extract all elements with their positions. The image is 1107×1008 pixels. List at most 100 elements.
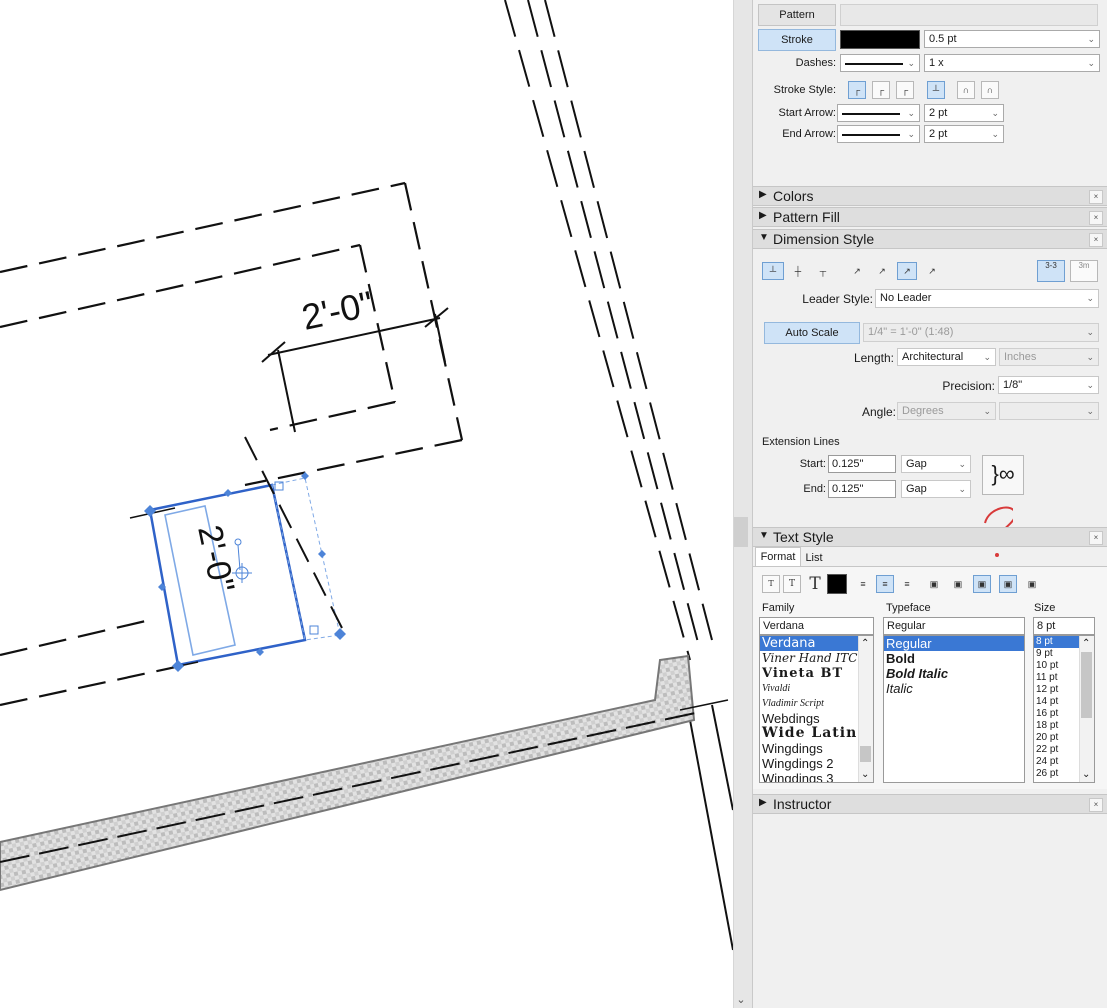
scrollbar-thumb[interactable] xyxy=(1081,652,1092,718)
length-unit-select[interactable]: Inches ⌄ xyxy=(999,348,1099,366)
list-item[interactable]: Bold xyxy=(884,651,1024,666)
list-item[interactable]: Wingdings xyxy=(760,741,873,756)
tab-list[interactable]: List xyxy=(799,549,829,566)
align-right-icon[interactable]: ≡ xyxy=(898,575,916,593)
align-left-icon[interactable]: ≡ xyxy=(854,575,872,593)
list-item[interactable]: Viner Hand ITC xyxy=(760,651,873,666)
dim-orient-1-icon[interactable]: ↗ xyxy=(847,262,867,280)
scale-select[interactable]: 1/4" = 1'-0" (1:48) ⌄ xyxy=(863,323,1099,342)
dim-text-above-icon[interactable]: ┬ xyxy=(812,262,834,280)
end-arrow-size-select[interactable]: 2 pt ⌄ xyxy=(924,125,1004,143)
cap-butt-icon[interactable]: ┌ xyxy=(848,81,866,99)
list-item[interactable]: Wide Latin xyxy=(760,726,873,741)
valign-top-icon[interactable]: ▣ xyxy=(925,575,943,593)
cap-square-icon[interactable]: ┌ xyxy=(896,81,914,99)
valign-extra-icon[interactable]: ▣ xyxy=(1023,575,1041,593)
section-colors[interactable]: ▶ Colors × xyxy=(753,186,1107,206)
angle-select[interactable]: Degrees ⌄ xyxy=(897,402,996,420)
section-dimension-style[interactable]: ▼ Dimension Style × xyxy=(753,229,1107,249)
ext-start-mode-select[interactable]: Gap ⌄ xyxy=(901,455,971,473)
text-large-icon[interactable]: T xyxy=(804,573,826,595)
list-item[interactable]: Wingdings 3 xyxy=(760,771,873,782)
chevron-down-icon: ⌄ xyxy=(907,58,915,68)
link-chain-icon[interactable]: }∞ xyxy=(982,455,1024,495)
join-miter-icon[interactable]: ┴ xyxy=(927,81,945,99)
family-list[interactable]: Verdana Viner Hand ITC Vineta BT Vivaldi… xyxy=(759,635,874,783)
end-arrow-select[interactable]: ⌄ xyxy=(837,125,920,143)
list-item[interactable]: Vivaldi xyxy=(760,681,873,696)
chevron-up-icon[interactable]: ⌃ xyxy=(1082,638,1090,649)
ext-start-input[interactable]: 0.125" xyxy=(828,455,896,473)
scrollbar-thumb[interactable] xyxy=(734,517,748,547)
length-select[interactable]: Architectural ⌄ xyxy=(897,348,996,366)
list-item[interactable]: Vladimir Script xyxy=(760,696,873,711)
cap-round-icon[interactable]: ┌ xyxy=(872,81,890,99)
pattern-swatch[interactable] xyxy=(840,4,1098,26)
close-icon[interactable]: × xyxy=(1089,211,1103,225)
dim-text-inside-icon[interactable]: ┼ xyxy=(787,262,809,280)
typeface-input[interactable]: Regular xyxy=(883,617,1025,635)
family-label: Family xyxy=(762,602,795,614)
precision-select[interactable]: 1/8" ⌄ xyxy=(998,376,1099,394)
text-color-swatch[interactable] xyxy=(827,574,847,594)
dual-units-off-icon[interactable]: 3-3 xyxy=(1037,260,1065,282)
align-center-icon[interactable]: ≡ xyxy=(876,575,894,593)
list-item[interactable]: Verdana xyxy=(760,636,873,651)
pattern-button[interactable]: Pattern xyxy=(758,4,836,26)
tab-format[interactable]: Format xyxy=(755,547,801,567)
chevron-down-icon: ⌄ xyxy=(983,352,991,362)
join-bevel-icon[interactable]: ∩ xyxy=(981,81,999,99)
stroke-weight-select[interactable]: 0.5 pt ⌄ xyxy=(924,30,1100,48)
family-list-scrollbar[interactable]: ⌃ ⌄ xyxy=(858,636,873,782)
text-medium-icon[interactable]: T xyxy=(783,575,801,593)
close-icon[interactable]: × xyxy=(1089,190,1103,204)
stroke-button[interactable]: Stroke xyxy=(758,29,836,51)
dim-orient-2-icon[interactable]: ↗ xyxy=(872,262,892,280)
section-pattern-fill[interactable]: ▶ Pattern Fill × xyxy=(753,207,1107,227)
angle-unit-select[interactable]: ⌄ xyxy=(999,402,1099,420)
list-item[interactable]: Vineta BT xyxy=(760,666,873,681)
list-item[interactable]: Italic xyxy=(884,681,1024,696)
list-item[interactable]: Wingdings 2 xyxy=(760,756,873,771)
family-input[interactable]: Verdana xyxy=(759,617,874,635)
dim-text-inline-icon[interactable]: ┴ xyxy=(762,262,784,280)
wall-lines-right xyxy=(504,0,733,951)
size-input[interactable]: 8 pt xyxy=(1033,617,1095,635)
valign-bottom-icon[interactable]: ▣ xyxy=(973,575,991,593)
dual-units-on-icon[interactable]: 3m xyxy=(1070,260,1098,282)
list-item[interactable]: Regular xyxy=(884,636,1024,651)
chevron-up-icon[interactable]: ⌃ xyxy=(861,638,869,649)
size-list-scrollbar[interactable]: ⌃ ⌄ xyxy=(1079,636,1094,782)
ext-end-input[interactable]: 0.125" xyxy=(828,480,896,498)
section-instructor[interactable]: ▶ Instructor × xyxy=(753,794,1107,814)
typeface-list[interactable]: Regular Bold Bold Italic Italic xyxy=(883,635,1025,783)
leader-style-label: Leader Style: xyxy=(802,292,873,306)
chevron-down-icon[interactable]: ⌄ xyxy=(861,769,869,780)
auto-scale-button[interactable]: Auto Scale xyxy=(764,322,860,344)
dashes-select[interactable]: ⌄ xyxy=(840,54,920,72)
dim-orient-4-icon[interactable]: ↗ xyxy=(922,262,942,280)
drawing-svg[interactable]: 2'-0" 2'-0" xyxy=(0,0,733,1008)
close-icon[interactable]: × xyxy=(1089,233,1103,247)
valign-middle-icon[interactable]: ▣ xyxy=(949,575,967,593)
size-list[interactable]: 8 pt 9 pt 10 pt 11 pt 12 pt 14 pt 16 pt … xyxy=(1033,635,1095,783)
leader-style-select[interactable]: No Leader ⌄ xyxy=(875,289,1099,308)
valign-baseline-icon[interactable]: ▣ xyxy=(999,575,1017,593)
section-text-style[interactable]: ▼ Text Style × xyxy=(753,527,1107,547)
start-arrow-select[interactable]: ⌄ xyxy=(837,104,920,122)
drawing-canvas[interactable]: 2'-0" 2'-0" xyxy=(0,0,733,1008)
scroll-down-icon[interactable]: ⌄ xyxy=(734,993,748,1006)
chevron-down-icon[interactable]: ⌄ xyxy=(1082,769,1090,780)
stroke-color-swatch[interactable] xyxy=(840,30,920,49)
close-icon[interactable]: × xyxy=(1089,531,1103,545)
join-round-icon[interactable]: ∩ xyxy=(957,81,975,99)
list-item[interactable]: Webdings xyxy=(760,711,873,726)
close-icon[interactable]: × xyxy=(1089,798,1103,812)
text-small-caps-icon[interactable]: T xyxy=(762,575,780,593)
list-item[interactable]: Bold Italic xyxy=(884,666,1024,681)
dash-scale-select[interactable]: 1 x ⌄ xyxy=(924,54,1100,72)
start-arrow-size-select[interactable]: 2 pt ⌄ xyxy=(924,104,1004,122)
canvas-scrollbar[interactable]: ⌄ xyxy=(733,0,753,1008)
dim-orient-3-icon[interactable]: ↗ xyxy=(897,262,917,280)
scrollbar-thumb[interactable] xyxy=(860,746,871,762)
